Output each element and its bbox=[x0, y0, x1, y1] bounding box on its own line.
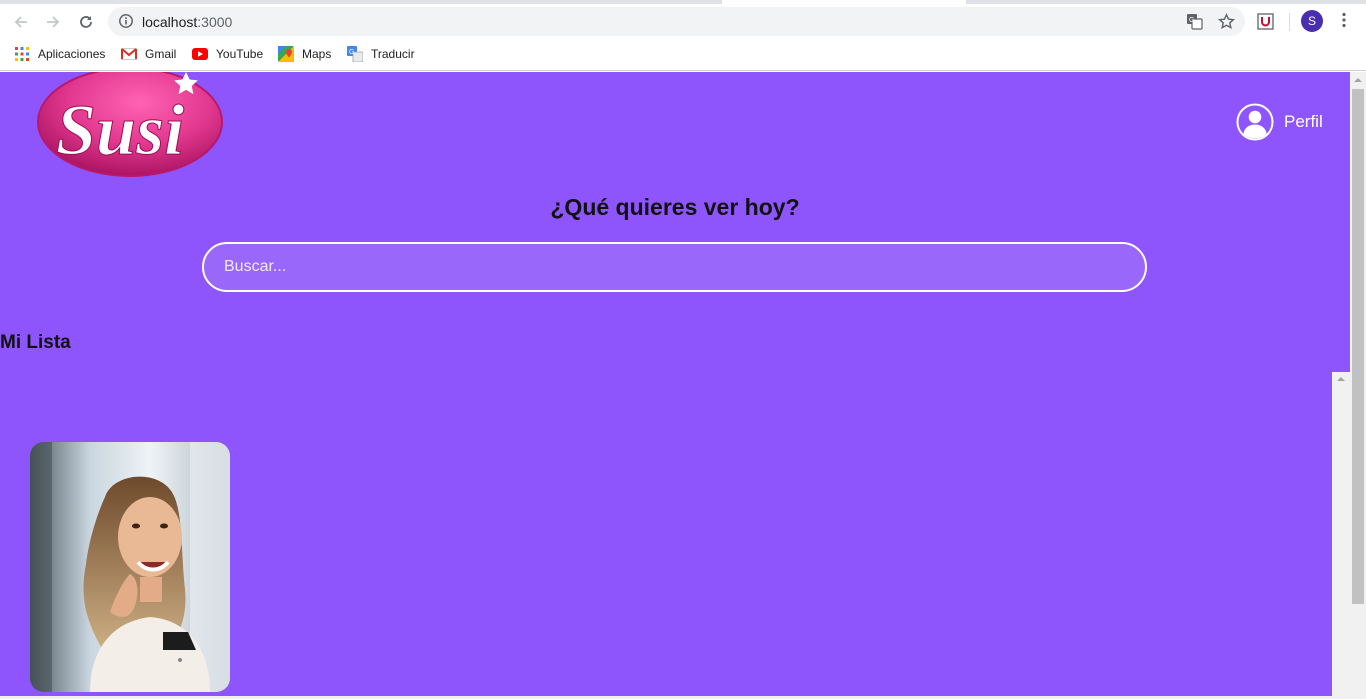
profile-initial: S bbox=[1307, 14, 1316, 28]
reload-button[interactable] bbox=[73, 9, 99, 35]
forward-icon bbox=[47, 16, 60, 28]
search-box[interactable] bbox=[202, 242, 1147, 292]
profile-avatar[interactable]: S bbox=[1301, 10, 1323, 32]
page-scrollbar[interactable] bbox=[1350, 72, 1366, 699]
back-icon bbox=[14, 16, 27, 28]
content-scrollbar[interactable] bbox=[1332, 372, 1350, 699]
bookmark-label: Gmail bbox=[145, 47, 177, 61]
user-icon bbox=[1236, 103, 1274, 141]
forward-button[interactable] bbox=[40, 9, 66, 35]
svg-text:G: G bbox=[1189, 17, 1194, 24]
bookmark-traducir[interactable]: G Traducir bbox=[347, 45, 415, 63]
page-scroll-up-arrow-icon[interactable] bbox=[1350, 72, 1366, 88]
gmail-icon bbox=[121, 48, 137, 60]
list-item-card[interactable] bbox=[30, 442, 230, 692]
bookmark-label: YouTube bbox=[216, 47, 264, 61]
bookmark-youtube[interactable]: YouTube bbox=[192, 45, 263, 63]
reload-icon bbox=[80, 16, 92, 28]
browser-toolbar: localhost:3000 G S bbox=[0, 4, 1366, 38]
bookmark-label: Maps bbox=[302, 47, 332, 61]
back-button[interactable] bbox=[8, 9, 34, 35]
page-content: Susi Perfil ¿Qué quieres ver hoy? Mi Lis… bbox=[0, 72, 1350, 699]
star-icon[interactable] bbox=[1218, 13, 1235, 30]
toolbar-separator bbox=[1289, 13, 1290, 31]
maps-icon bbox=[278, 46, 294, 62]
profile-label: Perfil bbox=[1284, 112, 1323, 131]
bookmarks-bar: Aplicaciones Gmail YouTube Maps G Traduc… bbox=[0, 38, 1366, 71]
scroll-up-arrow-icon[interactable] bbox=[1332, 372, 1350, 386]
bookmark-label: Aplicaciones bbox=[38, 47, 106, 61]
menu-dots-icon[interactable] bbox=[1335, 11, 1353, 29]
bookmark-label: Traducir bbox=[371, 47, 415, 61]
bookmark-gmail[interactable]: Gmail bbox=[121, 45, 176, 63]
info-icon[interactable] bbox=[118, 13, 134, 29]
search-input[interactable] bbox=[204, 244, 1145, 290]
card-photo bbox=[30, 442, 230, 692]
svg-text:Susi: Susi bbox=[56, 90, 184, 170]
youtube-icon bbox=[192, 48, 208, 60]
susi-logo[interactable]: Susi bbox=[36, 72, 224, 180]
profile-link[interactable]: Perfil bbox=[1236, 103, 1323, 141]
svg-text:G: G bbox=[349, 49, 354, 56]
url-text: localhost:3000 bbox=[142, 14, 233, 30]
page-scrollbar-thumb[interactable] bbox=[1352, 89, 1364, 604]
bookmark-maps[interactable]: Maps bbox=[278, 45, 331, 63]
address-bar[interactable]: localhost:3000 G bbox=[108, 7, 1245, 36]
translate-bookmark-icon: G bbox=[347, 46, 363, 62]
page-headline: ¿Qué quieres ver hoy? bbox=[550, 194, 800, 220]
extension-icon[interactable] bbox=[1257, 13, 1274, 30]
bookmark-aplicaciones[interactable]: Aplicaciones bbox=[14, 45, 105, 63]
my-list-title: Mi Lista bbox=[0, 332, 71, 353]
translate-icon[interactable]: G bbox=[1186, 13, 1203, 30]
apps-grid-icon bbox=[15, 47, 29, 61]
